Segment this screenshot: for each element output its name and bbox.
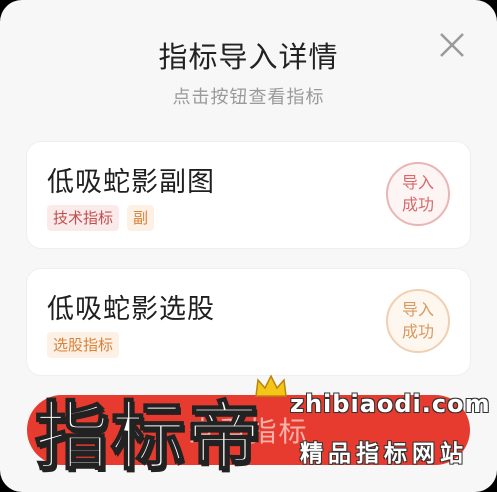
import-success-stamp: 导入 成功: [386, 289, 450, 353]
import-success-stamp: 导入 成功: [386, 162, 450, 226]
tag-sub: 副: [127, 205, 155, 231]
dialog-subtitle: 点击按钮查看指标: [172, 87, 325, 108]
tag-technical: 技术指标: [47, 205, 120, 231]
dialog-title: 指标导入详情: [158, 40, 339, 74]
indicator-card[interactable]: 低吸蛇影副图 技术指标 副 导入 成功: [27, 142, 470, 248]
indicator-tags: 技术指标 副: [47, 205, 155, 231]
watermark-logo: 指标帝: [34, 393, 263, 481]
crown-icon: [255, 374, 287, 397]
tag-screener: 选股指标: [47, 332, 120, 358]
indicator-tags: 选股指标: [47, 332, 120, 358]
indicator-name: 低吸蛇影选股: [47, 294, 215, 325]
stamp-line1: 导入: [401, 173, 434, 192]
stamp-line2: 成功: [401, 195, 434, 214]
indicator-name: 低吸蛇影副图: [47, 167, 215, 198]
watermark-slogan: 精品指标网站: [300, 441, 468, 467]
indicator-card[interactable]: 低吸蛇影选股 选股指标 导入 成功: [27, 269, 470, 375]
close-icon[interactable]: [437, 30, 467, 60]
watermark-url: zhibiaodi.com: [290, 390, 491, 418]
stamp-line2: 成功: [401, 322, 434, 341]
stamp-line1: 导入: [401, 300, 434, 319]
